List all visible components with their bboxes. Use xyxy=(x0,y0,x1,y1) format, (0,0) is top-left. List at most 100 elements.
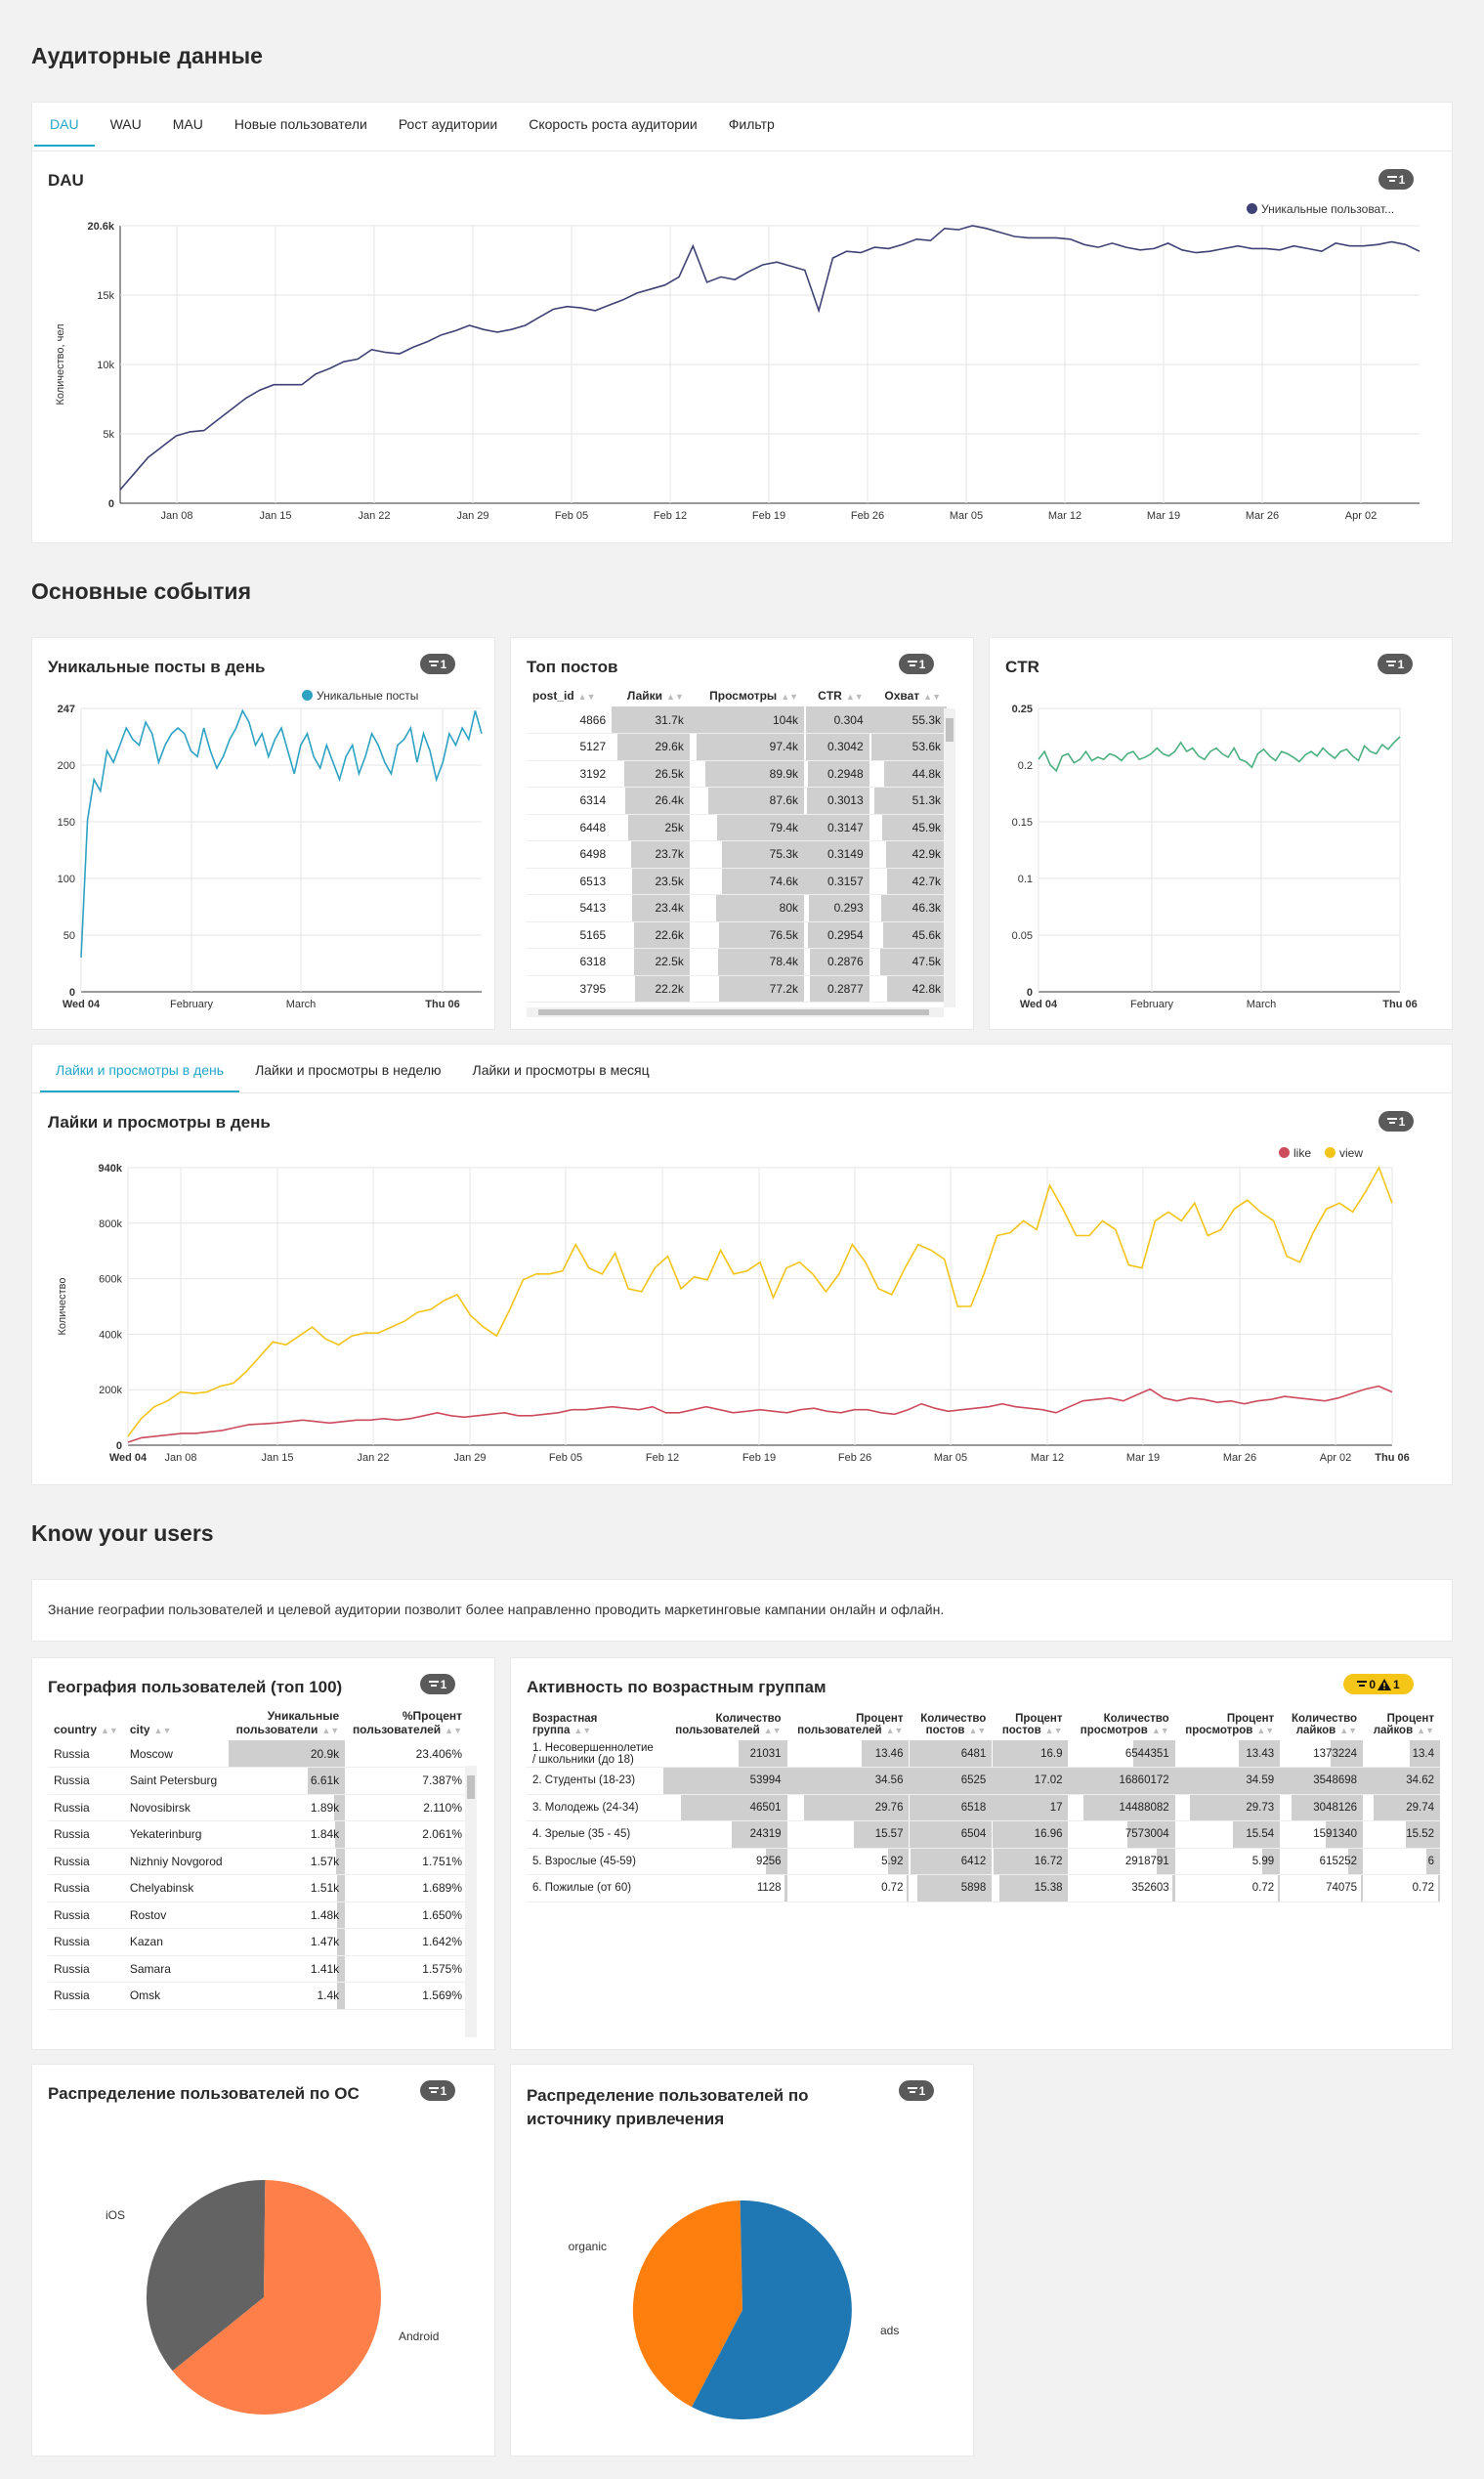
column-header[interactable]: Возрастная группа ▲▼ xyxy=(527,1709,663,1740)
table-cell: 78.4k xyxy=(689,948,805,976)
y-tick-label: 200 xyxy=(58,760,75,772)
table-row[interactable]: Russia Nizhniy Novgorod 1.57k 1.751% xyxy=(48,1848,468,1875)
table-row[interactable]: 5165 22.6k 76.5k 0.2954 45.6k xyxy=(527,921,947,949)
users-cell: 1.4k xyxy=(228,1982,346,2010)
table-cell: 6481 xyxy=(909,1740,993,1768)
cell-value: 6.61k xyxy=(310,1774,340,1788)
table-cell: 23.5k xyxy=(612,868,690,895)
sort-icon[interactable]: ▲▼ xyxy=(1152,1726,1169,1735)
column-header[interactable]: Количество просмотров ▲▼ xyxy=(1068,1709,1174,1740)
table-cell: 16.96 xyxy=(992,1820,1069,1849)
cell-value: 42.9k xyxy=(912,847,941,862)
cell-value: 42.8k xyxy=(912,981,941,996)
table-row[interactable]: Russia Novosibirsk 1.89k 2.110% xyxy=(48,1794,468,1821)
column-header[interactable]: %Процент пользователей ▲▼ xyxy=(345,1705,468,1740)
sort-icon[interactable]: ▲▼ xyxy=(1256,1726,1274,1735)
table-row[interactable]: 4. Зрелые (35 - 45) 24319 15.57 6504 16.96 75… xyxy=(527,1820,1440,1849)
country-cell: Russia xyxy=(48,1902,124,1929)
filter-badge[interactable]: 1 xyxy=(420,1674,455,1694)
cell-value: 47.5k xyxy=(912,955,941,969)
table-row[interactable]: 4866 31.7k 104k 0.304 55.3k xyxy=(527,706,947,734)
table-row[interactable]: 3192 26.5k 89.9k 0.2948 44.8k xyxy=(527,760,947,788)
scrollbar-thumb[interactable] xyxy=(467,1775,475,1799)
column-header[interactable]: Количество пользователей ▲▼ xyxy=(663,1709,787,1740)
column-header[interactable]: Процент просмотров ▲▼ xyxy=(1175,1709,1281,1740)
age-table: Возрастная группа ▲▼ Количество пользовате… xyxy=(527,1709,1440,1902)
table-row[interactable]: 6498 23.7k 75.3k 0.3149 42.9k xyxy=(527,840,947,869)
column-header[interactable]: Процент пользователей ▲▼ xyxy=(787,1709,910,1740)
cell-value: 5. Взрослые (45-59) xyxy=(532,1855,636,1867)
sort-icon[interactable]: ▲▼ xyxy=(573,1726,591,1735)
table-row[interactable]: Russia Moscow 20.9k 23.406% xyxy=(48,1740,468,1768)
table-row[interactable]: 3. Молодежь (24-34) 46501 29.76 6518 17 14488… xyxy=(527,1794,1440,1821)
table-cell: 76.5k xyxy=(689,921,805,949)
users-cell: 1.57k xyxy=(228,1848,346,1875)
cell-value: 0.304 xyxy=(833,712,864,727)
column-header[interactable]: Охват ▲▼ xyxy=(869,685,947,706)
sort-icon[interactable]: ▲▼ xyxy=(1417,1726,1434,1735)
column-header[interactable]: Лайки ▲▼ xyxy=(612,685,690,706)
table-cell: 5.92 xyxy=(786,1848,910,1875)
filter-badge[interactable]: 1 xyxy=(899,654,934,674)
column-header[interactable]: city ▲▼ xyxy=(124,1705,229,1740)
cell-value: 6. Пожилые (от 60) xyxy=(532,1882,632,1895)
column-header[interactable]: CTR ▲▼ xyxy=(804,685,869,706)
cell-value: 3048126 xyxy=(1313,1801,1358,1814)
column-header[interactable]: Просмотры ▲▼ xyxy=(690,685,804,706)
sort-icon[interactable]: ▲▼ xyxy=(1339,1726,1357,1735)
table-row[interactable]: 5. Взрослые (45-59) 9256 5.92 6412 16.72 2918… xyxy=(527,1848,1440,1875)
table-cell: 14488082 xyxy=(1068,1794,1175,1821)
table-row[interactable]: 5127 29.6k 97.4k 0.3042 53.6k xyxy=(527,733,947,761)
sort-icon[interactable]: ▲▼ xyxy=(321,1726,339,1735)
table-cell: 1128 xyxy=(663,1874,787,1902)
table-row[interactable]: 3795 22.2k 77.2k 0.2877 42.8k xyxy=(527,975,947,1003)
table-row[interactable]: Russia Saint Petersburg 6.61k 7.387% xyxy=(48,1767,468,1795)
sort-icon[interactable]: ▲▼ xyxy=(578,692,596,702)
column-header[interactable]: country ▲▼ xyxy=(48,1705,124,1740)
sort-icon[interactable]: ▲▼ xyxy=(968,1726,986,1735)
table-row[interactable]: Russia Chelyabinsk 1.51k 1.689% xyxy=(48,1874,468,1902)
column-header[interactable]: Уникальные пользователи ▲▼ xyxy=(229,1705,346,1740)
table-row[interactable]: Russia Samara 1.41k 1.575% xyxy=(48,1955,468,1983)
column-header[interactable]: Количество лайков ▲▼ xyxy=(1280,1709,1363,1740)
x-tick-label: March xyxy=(1247,999,1277,1010)
sort-icon[interactable]: ▲▼ xyxy=(101,1726,118,1735)
alerts-badge[interactable]: 0 1 xyxy=(1343,1674,1414,1694)
table-row[interactable]: 1. Несовершеннолетие / школьники (до 18)… xyxy=(527,1740,1440,1768)
table-row[interactable]: 2. Студенты (18-23) 53994 34.56 6525 17.02 16… xyxy=(527,1767,1440,1795)
warning-icon xyxy=(1378,1678,1391,1690)
column-header[interactable]: Количество постов ▲▼ xyxy=(909,1709,992,1740)
sort-icon[interactable]: ▲▼ xyxy=(781,692,798,702)
column-header[interactable]: Процент постов ▲▼ xyxy=(992,1709,1068,1740)
table-row[interactable]: Russia Omsk 1.4k 1.569% xyxy=(48,1982,468,2010)
sort-icon[interactable]: ▲▼ xyxy=(923,692,941,702)
sort-icon[interactable]: ▲▼ xyxy=(764,1726,782,1735)
table-row[interactable]: Russia Yekaterinburg 1.84k 2.061% xyxy=(48,1820,468,1849)
table-row[interactable]: 6513 23.5k 74.6k 0.3157 42.7k xyxy=(527,868,947,895)
table-row[interactable]: Russia Kazan 1.47k 1.642% xyxy=(48,1928,468,1956)
table-cell: 6314 xyxy=(527,787,613,815)
horizontal-scrollbar[interactable] xyxy=(527,1007,944,1017)
column-header[interactable]: post_id ▲▼ xyxy=(527,685,612,706)
sort-icon[interactable]: ▲▼ xyxy=(154,1726,172,1735)
scrollbar-thumb[interactable] xyxy=(538,1009,929,1015)
vertical-scrollbar[interactable] xyxy=(465,1766,477,2037)
table-row[interactable]: Russia Rostov 1.48k 1.650% xyxy=(48,1902,468,1929)
scrollbar-thumb[interactable] xyxy=(946,718,954,742)
sort-icon[interactable]: ▲▼ xyxy=(1045,1726,1063,1735)
sort-icon[interactable]: ▲▼ xyxy=(886,1726,904,1735)
table-row[interactable]: 5413 23.4k 80k 0.293 46.3k xyxy=(527,894,947,922)
cell-value: Russia xyxy=(54,1935,90,1949)
vertical-scrollbar[interactable] xyxy=(944,708,955,1007)
table-row[interactable]: 6318 22.5k 78.4k 0.2876 47.5k xyxy=(527,948,947,976)
table-row[interactable]: 6. Пожилые (от 60) 1128 0.72 5898 15.38 35260… xyxy=(527,1874,1440,1902)
column-header[interactable]: Процент лайков ▲▼ xyxy=(1363,1709,1440,1740)
sort-icon[interactable]: ▲▼ xyxy=(445,1726,462,1735)
sort-icon[interactable]: ▲▼ xyxy=(846,692,864,702)
cell-value: Samara xyxy=(129,1961,171,1976)
table-row[interactable]: 6448 25k 79.4k 0.3147 45.9k xyxy=(527,814,947,841)
table-row[interactable]: 6314 26.4k 87.6k 0.3013 51.3k xyxy=(527,787,947,815)
cell-value: 87.6k xyxy=(769,793,799,808)
sort-icon[interactable]: ▲▼ xyxy=(666,692,684,702)
percent-cell: 7.387% xyxy=(345,1767,468,1795)
